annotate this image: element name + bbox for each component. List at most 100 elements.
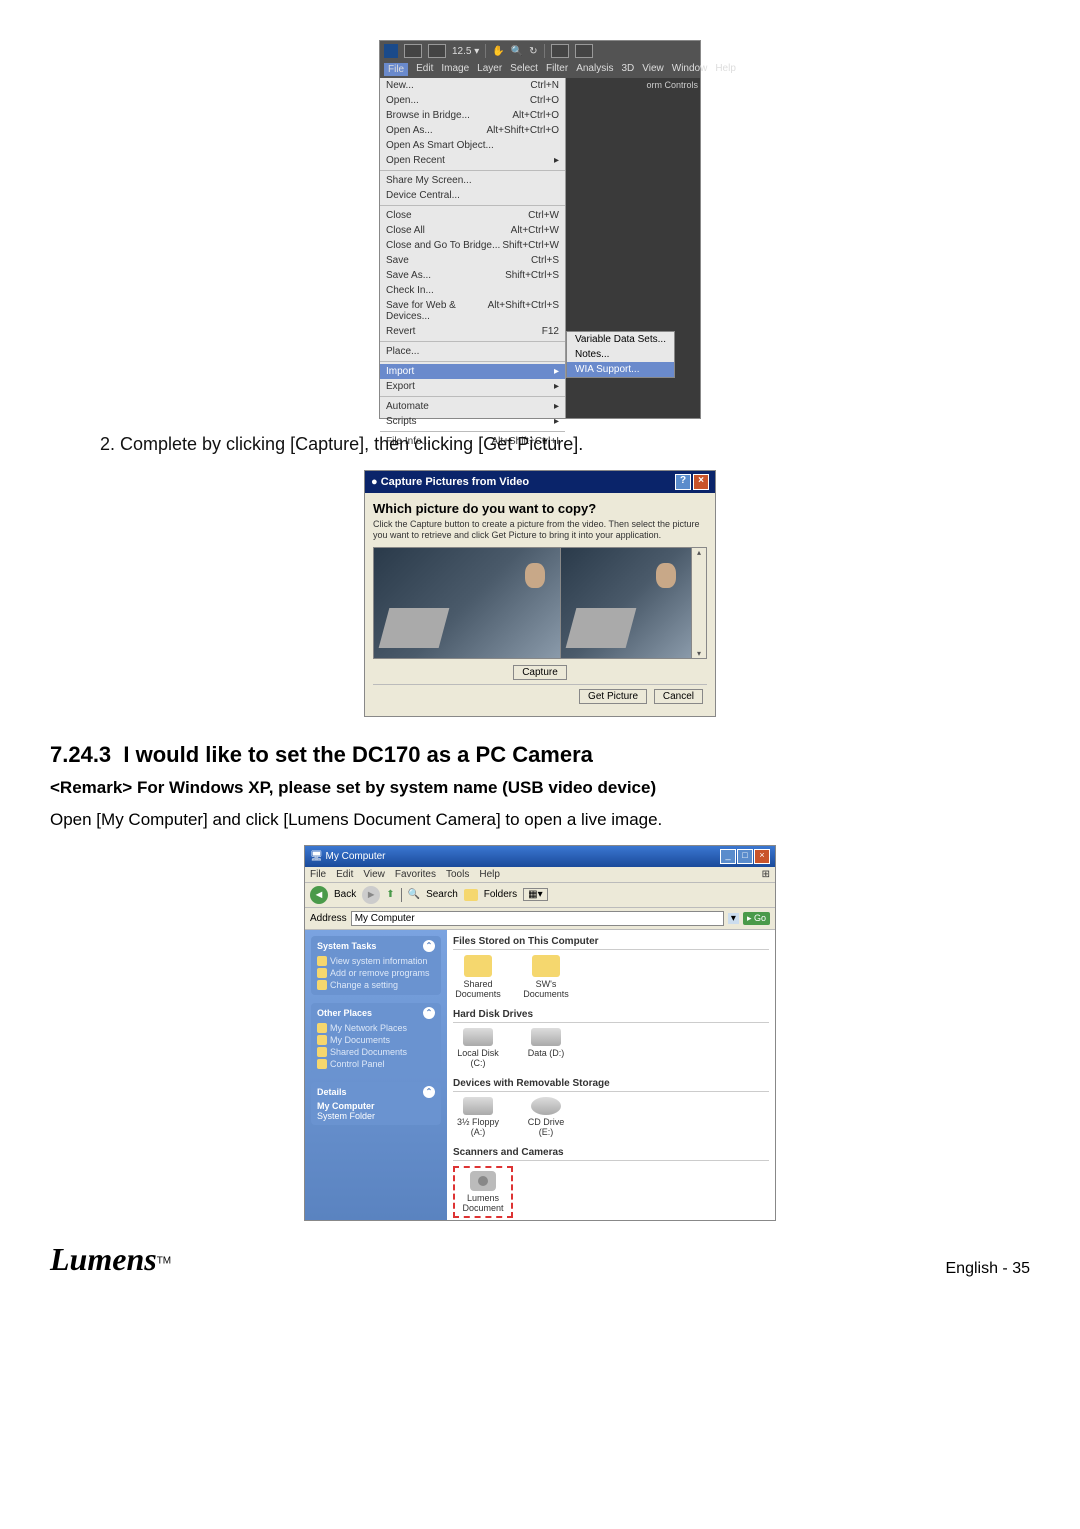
- file-menu-item[interactable]: SaveCtrl+S: [380, 253, 565, 268]
- file-menu-item[interactable]: New...Ctrl+N: [380, 78, 565, 93]
- collapse-icon[interactable]: ⌃: [423, 1086, 435, 1098]
- address-dropdown-icon[interactable]: ▾: [728, 913, 739, 924]
- file-menu-item[interactable]: Open Recent▸: [380, 153, 565, 168]
- drive-item[interactable]: Local Disk (C:): [453, 1028, 503, 1068]
- task-item[interactable]: View system information: [317, 955, 435, 967]
- section-number: 7.24.3: [50, 742, 111, 767]
- file-menu-item[interactable]: Open As...Alt+Shift+Ctrl+O: [380, 123, 565, 138]
- menu-analysis[interactable]: Analysis: [576, 63, 613, 76]
- cancel-button[interactable]: Cancel: [654, 689, 703, 704]
- menu-edit[interactable]: Edit: [416, 63, 433, 76]
- place-item[interactable]: My Documents: [317, 1034, 435, 1046]
- place-item[interactable]: Control Panel: [317, 1058, 435, 1070]
- section-heading: 7.24.3 I would like to set the DC170 as …: [50, 742, 1030, 768]
- task-item[interactable]: Change a setting: [317, 979, 435, 991]
- file-menu-item[interactable]: Device Central...: [380, 188, 565, 203]
- cd-item[interactable]: CD Drive (E:): [521, 1097, 571, 1137]
- ps-tool-dropdown[interactable]: [428, 44, 446, 58]
- file-menu-item[interactable]: Save for Web & Devices...Alt+Shift+Ctrl+…: [380, 298, 565, 324]
- file-menu-item[interactable]: Scripts▸: [380, 414, 565, 429]
- ex-menu-favorites[interactable]: Favorites: [395, 869, 436, 880]
- menu-file[interactable]: File: [384, 63, 408, 76]
- video-preview[interactable]: [374, 548, 560, 658]
- panel-title: Details: [317, 1087, 347, 1097]
- help-button[interactable]: ?: [675, 474, 691, 490]
- capture-question: Which picture do you want to copy?: [373, 501, 707, 516]
- floppy-item[interactable]: 3½ Floppy(A:): [453, 1097, 503, 1137]
- ex-menu-file[interactable]: File: [310, 869, 326, 880]
- file-menu-item[interactable]: Browse in Bridge...Alt+Ctrl+O: [380, 108, 565, 123]
- ps-logo-icon: [384, 44, 398, 58]
- place-item[interactable]: Shared Documents: [317, 1046, 435, 1058]
- ex-menu-view[interactable]: View: [363, 869, 385, 880]
- views-icon[interactable]: ▦▾: [523, 888, 547, 901]
- address-input[interactable]: [351, 911, 724, 926]
- ps-zoom[interactable]: 12.5 ▾: [452, 46, 479, 57]
- file-menu-item[interactable]: CloseCtrl+W: [380, 208, 565, 223]
- file-menu-item[interactable]: Save As...Shift+Ctrl+S: [380, 268, 565, 283]
- scrollbar[interactable]: ▴▾: [691, 548, 706, 658]
- arrange-icon[interactable]: [575, 44, 593, 58]
- capture-preview-area: ▴▾: [373, 547, 707, 659]
- file-menu-item[interactable]: Share My Screen...: [380, 173, 565, 188]
- hand-icon[interactable]: ✋: [492, 46, 504, 57]
- search-icon[interactable]: 🔍: [408, 889, 420, 900]
- forward-button[interactable]: ►: [362, 886, 380, 904]
- collapse-icon[interactable]: ⌃: [423, 940, 435, 952]
- camera-item[interactable]: LumensDocument: [458, 1171, 508, 1213]
- screen-mode-icon[interactable]: [551, 44, 569, 58]
- menu-layer[interactable]: Layer: [477, 63, 502, 76]
- drive-item[interactable]: Data (D:): [521, 1028, 571, 1068]
- folders-icon[interactable]: [464, 889, 478, 901]
- file-menu-item[interactable]: Close and Go To Bridge...Shift+Ctrl+W: [380, 238, 565, 253]
- maximize-button[interactable]: □: [737, 849, 753, 864]
- menu-window[interactable]: Window: [672, 63, 708, 76]
- thumbnail-preview[interactable]: [561, 548, 691, 658]
- zoom-icon[interactable]: 🔍: [511, 46, 523, 57]
- place-item[interactable]: My Network Places: [317, 1022, 435, 1034]
- folder-item[interactable]: SW'sDocuments: [521, 955, 571, 999]
- menu-filter[interactable]: Filter: [546, 63, 568, 76]
- ex-menu-help[interactable]: Help: [479, 869, 500, 880]
- file-menu-item[interactable]: Place...: [380, 344, 565, 359]
- up-icon[interactable]: ⬆: [386, 889, 394, 900]
- menu-select[interactable]: Select: [510, 63, 538, 76]
- file-menu-item[interactable]: Close AllAlt+Ctrl+W: [380, 223, 565, 238]
- file-menu-item[interactable]: Open...Ctrl+O: [380, 93, 565, 108]
- ps-tool-icon[interactable]: [404, 44, 422, 58]
- file-menu-item[interactable]: RevertF12: [380, 324, 565, 339]
- go-button[interactable]: ▸ Go: [743, 912, 770, 925]
- ex-menu-edit[interactable]: Edit: [336, 869, 353, 880]
- back-label[interactable]: Back: [334, 889, 356, 900]
- menu-view[interactable]: View: [642, 63, 664, 76]
- ex-menu-tools[interactable]: Tools: [446, 869, 469, 880]
- search-label[interactable]: Search: [426, 889, 458, 900]
- folder-item[interactable]: SharedDocuments: [453, 955, 503, 999]
- menu-3d[interactable]: 3D: [621, 63, 634, 76]
- submenu-variable-data[interactable]: Variable Data Sets...: [567, 332, 674, 347]
- collapse-icon[interactable]: ⌃: [423, 1007, 435, 1019]
- menu-help[interactable]: Help: [715, 63, 736, 76]
- info-icon: [317, 956, 327, 966]
- file-menu-item[interactable]: Import▸: [380, 364, 565, 379]
- ps-toolbar: 12.5 ▾ ✋ 🔍 ↻: [380, 41, 700, 61]
- task-item[interactable]: Add or remove programs: [317, 967, 435, 979]
- rotate-icon[interactable]: ↻: [529, 46, 537, 57]
- submenu-wia-support[interactable]: WIA Support...: [567, 362, 674, 377]
- get-picture-button[interactable]: Get Picture: [579, 689, 647, 704]
- folders-label[interactable]: Folders: [484, 889, 517, 900]
- file-menu-item[interactable]: Export▸: [380, 379, 565, 394]
- capture-button[interactable]: Capture: [513, 665, 567, 680]
- minimize-button[interactable]: _: [720, 849, 736, 864]
- scroll-down-icon[interactable]: ▾: [697, 649, 701, 658]
- submenu-notes[interactable]: Notes...: [567, 347, 674, 362]
- highlighted-camera: LumensDocument: [453, 1166, 513, 1218]
- close-button[interactable]: ×: [693, 474, 709, 490]
- file-menu-item[interactable]: Open As Smart Object...: [380, 138, 565, 153]
- back-button[interactable]: ◄: [310, 886, 328, 904]
- menu-image[interactable]: Image: [441, 63, 469, 76]
- scroll-up-icon[interactable]: ▴: [697, 548, 701, 557]
- file-menu-item[interactable]: Automate▸: [380, 399, 565, 414]
- close-button[interactable]: ×: [754, 849, 770, 864]
- file-menu-item[interactable]: Check In...: [380, 283, 565, 298]
